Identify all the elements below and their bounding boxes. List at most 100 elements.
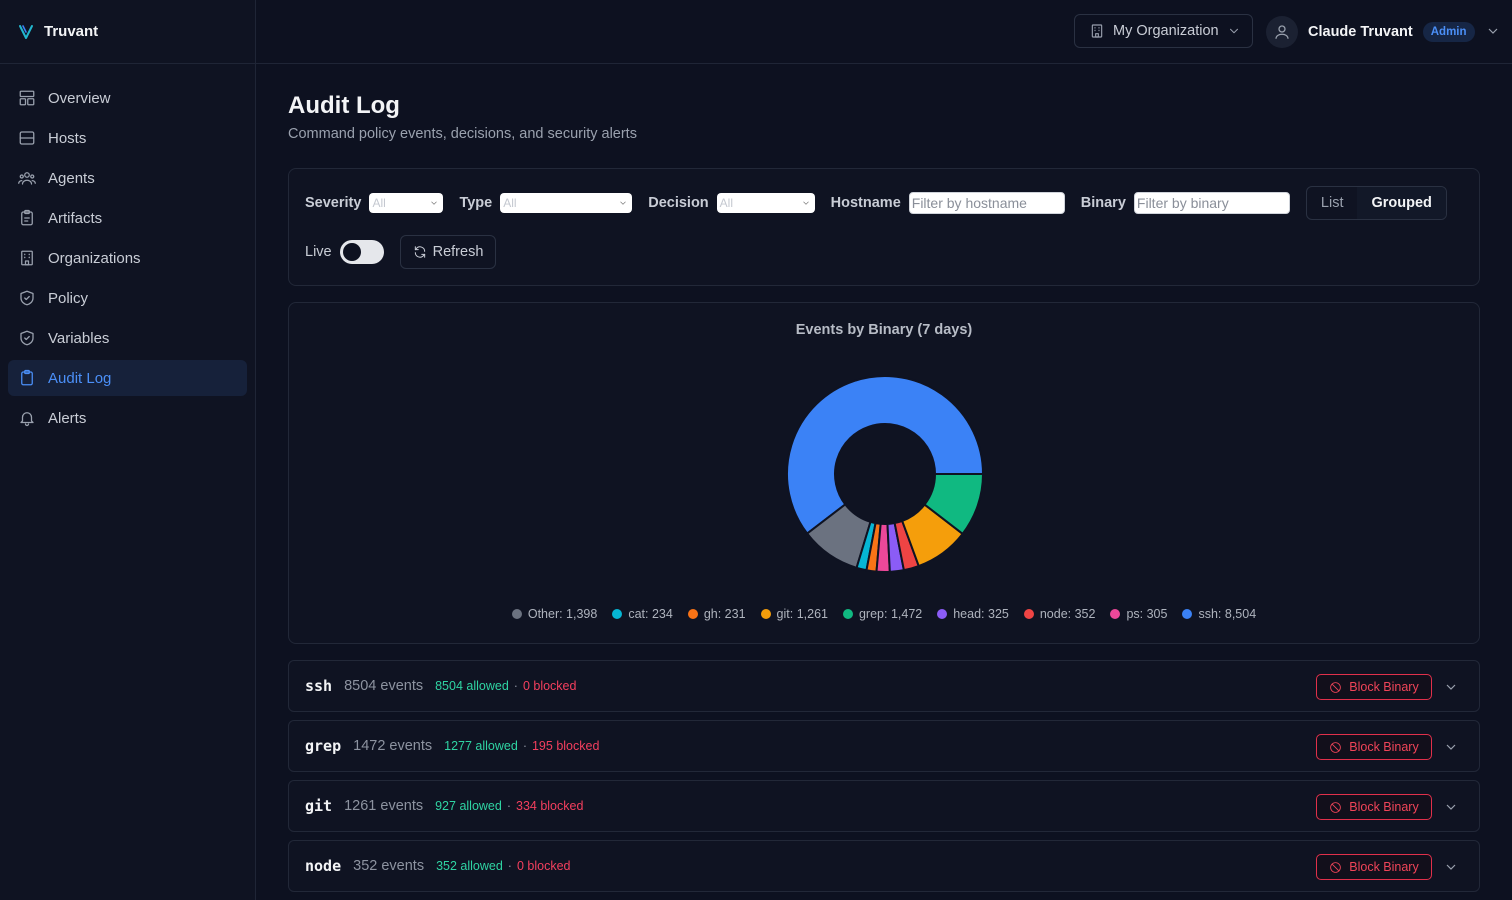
building-icon — [21, 250, 33, 266]
hostname-placeholder: Filter by hostname — [911, 195, 1027, 211]
legend-swatch — [760, 609, 771, 619]
legend-item[interactable]: ssh: 8,504 — [1182, 607, 1256, 621]
ban-icon — [1330, 801, 1342, 813]
legend-label: head: 325 — [953, 607, 1009, 621]
sidebar-item-audit-log[interactable]: Audit Log — [8, 360, 247, 396]
events-chart-card: Events by Binary (7 days) Other: 1,398 ca… — [288, 302, 1480, 644]
legend-label: cat: 234 — [628, 607, 673, 621]
legend-item[interactable]: gh: 231 — [687, 607, 746, 621]
binary-name: git — [305, 797, 333, 815]
block-binary-button[interactable]: Block Binary — [1316, 854, 1432, 880]
binary-group-row[interactable]: ssh 8504 events 8504 allowed · 0 blocked… — [288, 660, 1480, 712]
decision-label: Decision — [648, 195, 709, 211]
sidebar: Truvant Overview Hosts Agents Artifacts … — [0, 0, 256, 900]
avatar[interactable] — [1266, 16, 1298, 48]
expand-row-button[interactable] — [1443, 859, 1459, 878]
legend-item[interactable]: head: 325 — [937, 607, 1009, 621]
legend-swatch — [842, 609, 853, 619]
page-subtitle: Command policy events, decisions, and se… — [288, 126, 637, 142]
sidebar-item-overview[interactable]: Overview — [8, 80, 247, 116]
block-binary-button[interactable]: Block Binary — [1316, 674, 1432, 700]
separator: · — [506, 799, 511, 813]
page-title: Audit Log — [288, 92, 400, 119]
severity-select[interactable]: All — [369, 193, 444, 213]
sidebar-nav: Overview Hosts Agents Artifacts Organiza… — [0, 64, 255, 456]
legend-item[interactable]: node: 352 — [1023, 607, 1095, 621]
separator: · — [513, 679, 518, 693]
server-icon — [19, 131, 35, 145]
chart-title: Events by Binary (7 days) — [795, 322, 973, 338]
block-binary-button[interactable]: Block Binary — [1316, 794, 1432, 820]
expand-row-button[interactable] — [1443, 799, 1459, 818]
severity-label: Severity — [305, 195, 362, 211]
brand[interactable]: Truvant — [0, 0, 255, 64]
legend-item[interactable]: cat: 234 — [612, 607, 673, 621]
expand-row-button[interactable] — [1443, 739, 1459, 758]
binary-group-row[interactable]: node 352 events 352 allowed · 0 blocked … — [288, 840, 1480, 892]
legend-label: ps: 305 — [1126, 607, 1168, 621]
users-icon — [18, 172, 36, 185]
truvant-logo-icon — [19, 24, 33, 39]
binary-label: Binary — [1080, 195, 1126, 211]
type-value: All — [503, 196, 517, 210]
block-binary-button[interactable]: Block Binary — [1316, 734, 1432, 760]
toggle-knob — [342, 243, 361, 261]
sidebar-item-alerts[interactable]: Alerts — [8, 400, 247, 436]
chevron-down-icon — [1488, 28, 1497, 34]
live-toggle[interactable] — [339, 240, 384, 264]
blocked-count: 0 blocked — [516, 859, 571, 873]
legend-item[interactable]: git: 1,261 — [760, 607, 828, 621]
legend-swatch — [612, 609, 623, 619]
hostname-input[interactable]: Filter by hostname — [908, 192, 1065, 214]
chevron-down-icon — [1446, 684, 1456, 690]
view-list-button[interactable]: List — [1307, 187, 1358, 219]
legend-item[interactable]: grep: 1,472 — [842, 607, 923, 621]
sidebar-item-agents[interactable]: Agents — [8, 160, 247, 196]
chevron-down-icon — [431, 201, 438, 205]
shield-icon — [20, 330, 34, 346]
building-icon — [1091, 24, 1103, 38]
donut-chart — [786, 375, 984, 573]
sidebar-item-label: Organizations — [48, 249, 141, 267]
refresh-button[interactable]: Refresh — [399, 235, 497, 269]
user-menu[interactable]: Claude Truvant Admin — [1266, 16, 1501, 48]
layout-icon — [19, 90, 35, 106]
allowed-count: 1277 allowed — [444, 739, 518, 753]
separator: · — [507, 859, 512, 873]
view-grouped-button[interactable]: Grouped — [1357, 187, 1446, 219]
legend-label: gh: 231 — [703, 607, 746, 621]
binary-placeholder: Filter by binary — [1136, 195, 1229, 211]
sidebar-item-policy[interactable]: Policy — [8, 280, 247, 316]
sidebar-item-artifacts[interactable]: Artifacts — [8, 200, 247, 236]
legend-item[interactable]: Other: 1,398 — [511, 607, 597, 621]
type-select[interactable]: All — [500, 193, 633, 213]
view-toggle: List Grouped — [1305, 186, 1447, 220]
sidebar-item-label: Audit Log — [48, 369, 112, 387]
chevron-down-icon — [1446, 744, 1456, 750]
user-menu-chevron[interactable] — [1485, 23, 1501, 42]
type-label: Type — [459, 195, 493, 211]
event-count: 352 events — [353, 858, 425, 874]
legend-label: grep: 1,472 — [858, 607, 923, 621]
chevron-down-icon — [1446, 804, 1456, 810]
clipboard-icon — [21, 209, 33, 226]
sidebar-item-hosts[interactable]: Hosts — [8, 120, 247, 156]
organization-select[interactable]: My Organization — [1074, 14, 1253, 48]
allowed-count: 8504 allowed — [435, 679, 509, 693]
expand-row-button[interactable] — [1443, 679, 1459, 698]
binary-group-row[interactable]: grep 1472 events 1277 allowed · 195 bloc… — [288, 720, 1480, 772]
decision-value: All — [719, 196, 733, 210]
legend-swatch — [1182, 609, 1193, 619]
sidebar-item-organizations[interactable]: Organizations — [8, 240, 247, 276]
live-label: Live — [305, 244, 332, 260]
blocked-count: 0 blocked — [522, 679, 577, 693]
chevron-down-icon — [802, 201, 809, 205]
binary-group-row[interactable]: git 1261 events 927 allowed · 334 blocke… — [288, 780, 1480, 832]
binary-name: grep — [305, 737, 342, 755]
binary-input[interactable]: Filter by binary — [1133, 192, 1290, 214]
legend-item[interactable]: ps: 305 — [1110, 607, 1167, 621]
decision-select[interactable]: All — [716, 193, 815, 213]
event-count: 8504 events — [344, 678, 424, 694]
sidebar-item-variables[interactable]: Variables — [8, 320, 247, 356]
ban-icon — [1330, 741, 1342, 753]
